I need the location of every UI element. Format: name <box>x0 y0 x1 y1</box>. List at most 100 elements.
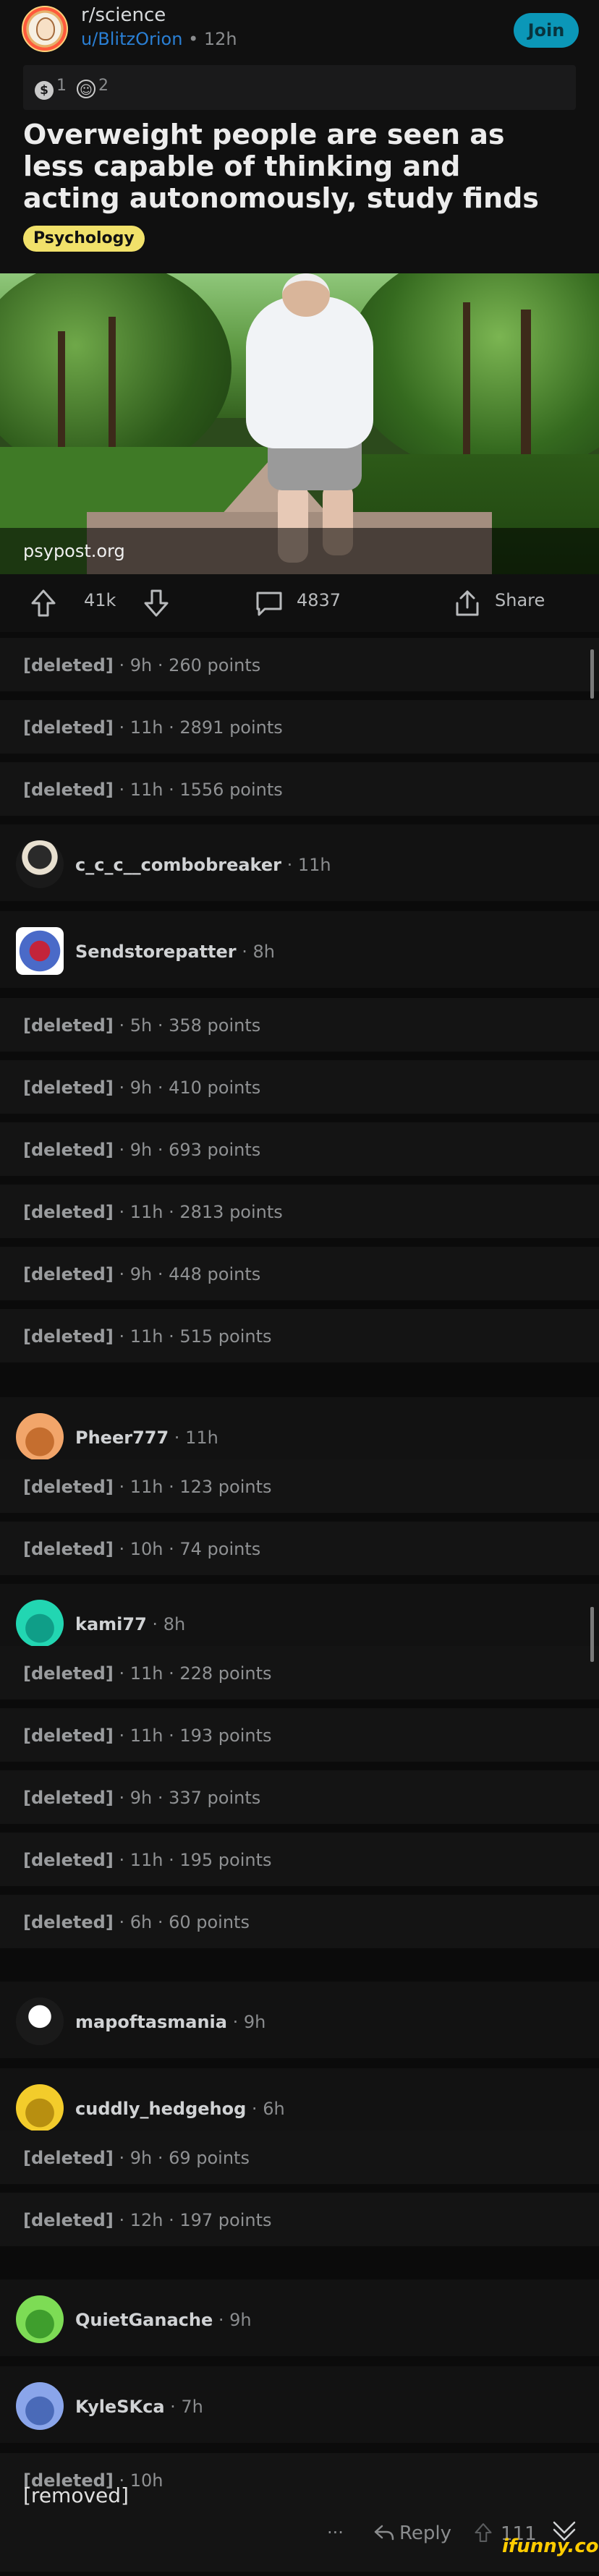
user-comment-row[interactable]: mapoftasmania · 9h <box>0 1982 599 2063</box>
scrollbar[interactable] <box>590 649 594 699</box>
collapsed-comment-row[interactable]: [deleted] · 9h · 337 points <box>0 1770 599 1828</box>
collapsed-comment-row[interactable]: [deleted] · 10h · 74 points <box>0 1522 599 1579</box>
comment-author: [deleted] <box>23 780 114 800</box>
collapsed-comment-row[interactable]: [deleted] · 11h · 2813 points <box>0 1185 599 1242</box>
comment-time: 9h <box>243 2012 266 2032</box>
share-button[interactable]: Share <box>495 590 545 610</box>
user-comment-row[interactable]: KyleSKca · 7h <box>0 2366 599 2447</box>
post-title[interactable]: Overweight people are seen as less capab… <box>23 119 544 214</box>
collapsed-comment-row[interactable]: [deleted] · 9h · 693 points <box>0 1122 599 1180</box>
comment-header: [deleted] · 11h · 228 points <box>23 1663 272 1684</box>
collapsed-comment-row[interactable]: [deleted] · 9h · 69 points <box>0 2131 599 2188</box>
join-button[interactable]: Join <box>514 13 579 48</box>
collapsed-comment-row[interactable]: [deleted] · 11h · 123 points <box>0 1459 599 1517</box>
comment-time: 6h <box>263 2099 285 2119</box>
comment-points: 197 points <box>179 2210 272 2230</box>
reply-button[interactable]: Reply <box>373 2522 451 2544</box>
comment-author[interactable]: mapoftasmania <box>75 2012 227 2032</box>
comment-points: 337 points <box>169 1788 261 1808</box>
post-meta: u/BlitzOrion • 12h <box>81 29 237 49</box>
user-avatar[interactable] <box>16 1600 64 1647</box>
comment-author[interactable]: Sendstorepatter <box>75 942 237 962</box>
comment-header: [deleted] · 11h · 2813 points <box>23 1202 283 1222</box>
coin-award-icon: $ <box>35 81 54 100</box>
comment-author[interactable]: cuddly_hedgehog <box>75 2099 246 2119</box>
collapsed-comment-row[interactable]: [deleted] · 11h · 228 points <box>0 1646 599 1704</box>
comment-time: 11h <box>129 717 163 738</box>
link-caption-bar[interactable]: psypost.org <box>0 528 599 574</box>
comment-time: 11h <box>129 1663 163 1684</box>
user-comment-row[interactable]: QuietGanache · 9h <box>0 2279 599 2360</box>
upvote-icon[interactable] <box>30 589 56 618</box>
awards-bar[interactable]: $1 ☺ 2 <box>23 65 576 110</box>
user-avatar[interactable] <box>16 1413 64 1461</box>
comment-author: [deleted] <box>23 1912 114 1932</box>
comment-author: [deleted] <box>23 655 114 675</box>
comment-author[interactable]: KyleSKca <box>75 2397 165 2417</box>
collapsed-comment-row[interactable]: [deleted] · 9h · 410 points <box>0 1060 599 1118</box>
collapsed-comment-row[interactable]: [deleted] · 11h · 195 points <box>0 1833 599 1890</box>
comment-header: cuddly_hedgehog · 6h <box>75 2099 285 2119</box>
user-avatar[interactable] <box>16 2295 64 2343</box>
comment-time: 12h <box>129 2210 163 2230</box>
post-image[interactable]: psypost.org <box>0 273 599 574</box>
share-icon[interactable] <box>453 589 482 618</box>
comment-points: 69 points <box>169 2148 250 2168</box>
comment-author[interactable]: kami77 <box>75 1614 147 1634</box>
collapsed-comment-row[interactable]: [deleted] · 11h · 193 points <box>0 1708 599 1766</box>
comment-author[interactable]: QuietGanache <box>75 2310 213 2330</box>
comment-icon[interactable] <box>255 589 284 618</box>
comment-points: 410 points <box>169 1078 261 1098</box>
comment-header: [deleted] · 11h · 193 points <box>23 1726 272 1746</box>
comment-time: 10h <box>129 2470 163 2491</box>
comment-author: [deleted] <box>23 1264 114 1284</box>
comment-points: 74 points <box>179 1539 261 1559</box>
upvote-icon[interactable] <box>473 2522 493 2543</box>
comment-author: [deleted] <box>23 2210 114 2230</box>
collapsed-comment-row[interactable]: [deleted] · 12h · 197 points <box>0 2193 599 2251</box>
subreddit-avatar[interactable] <box>22 6 68 52</box>
collapsed-comment-row[interactable]: [deleted] · 9h · 448 points <box>0 1247 599 1305</box>
link-domain[interactable]: psypost.org <box>23 541 125 561</box>
comment-count[interactable]: 4837 <box>297 590 341 610</box>
comment-time: 9h <box>129 1140 153 1160</box>
comment-time: 11h <box>129 1850 163 1870</box>
user-comment-row[interactable]: c_c_c__combobreaker · 11h <box>0 824 599 905</box>
comment-author: [deleted] <box>23 1788 114 1808</box>
comment-time: 11h <box>129 1202 163 1222</box>
user-avatar[interactable] <box>16 840 64 888</box>
downvote-icon[interactable] <box>143 589 169 618</box>
collapsed-comment-row[interactable]: [deleted] · 9h · 260 points <box>0 638 599 696</box>
comment-points: 1556 points <box>179 780 283 800</box>
upvote-count: 41k <box>84 590 116 610</box>
comment-author[interactable]: Pheer777 <box>75 1428 169 1448</box>
user-avatar[interactable] <box>16 1997 64 2045</box>
post-flair[interactable]: Psychology <box>23 226 145 252</box>
comment-points: 448 points <box>169 1264 261 1284</box>
user-avatar[interactable] <box>16 2382 64 2430</box>
user-avatar[interactable] <box>16 2084 64 2132</box>
collapsed-comment-row[interactable]: [deleted] · 11h · 2891 points <box>0 700 599 758</box>
comment-header: [deleted] · 11h · 1556 points <box>23 780 283 800</box>
comment-author[interactable]: c_c_c__combobreaker <box>75 855 281 875</box>
collapsed-comment-row[interactable]: [deleted] · 11h · 1556 points <box>0 762 599 820</box>
comment-header: [deleted] · 9h · 69 points <box>23 2148 250 2168</box>
scrollbar[interactable] <box>590 1607 594 1662</box>
user-avatar[interactable] <box>16 927 64 975</box>
more-options-icon[interactable]: ··· <box>327 2522 344 2543</box>
user-comment-row[interactable]: Sendstorepatter · 8h <box>0 911 599 992</box>
post-author[interactable]: u/BlitzOrion <box>81 29 182 49</box>
collapsed-comment-row[interactable]: [deleted] · 6h · 60 points <box>0 1895 599 1953</box>
award-item: ☺ 2 <box>77 77 109 98</box>
collapsed-comment-row[interactable]: [deleted] · 5h · 358 points <box>0 998 599 1056</box>
collapsed-comment-row[interactable]: [deleted] · 11h · 515 points <box>0 1309 599 1367</box>
comment-header: Pheer777 · 11h <box>75 1428 218 1448</box>
comment-header: c_c_c__combobreaker · 11h <box>75 855 331 875</box>
comment-author: [deleted] <box>23 1850 114 1870</box>
comment-points: 260 points <box>169 655 261 675</box>
comment-author: [deleted] <box>23 1140 114 1160</box>
subreddit-name[interactable]: r/science <box>81 4 166 26</box>
comment-author: [deleted] <box>23 717 114 738</box>
comment-points: 358 points <box>169 1015 261 1036</box>
comment-header: [deleted] · 11h · 195 points <box>23 1850 272 1870</box>
